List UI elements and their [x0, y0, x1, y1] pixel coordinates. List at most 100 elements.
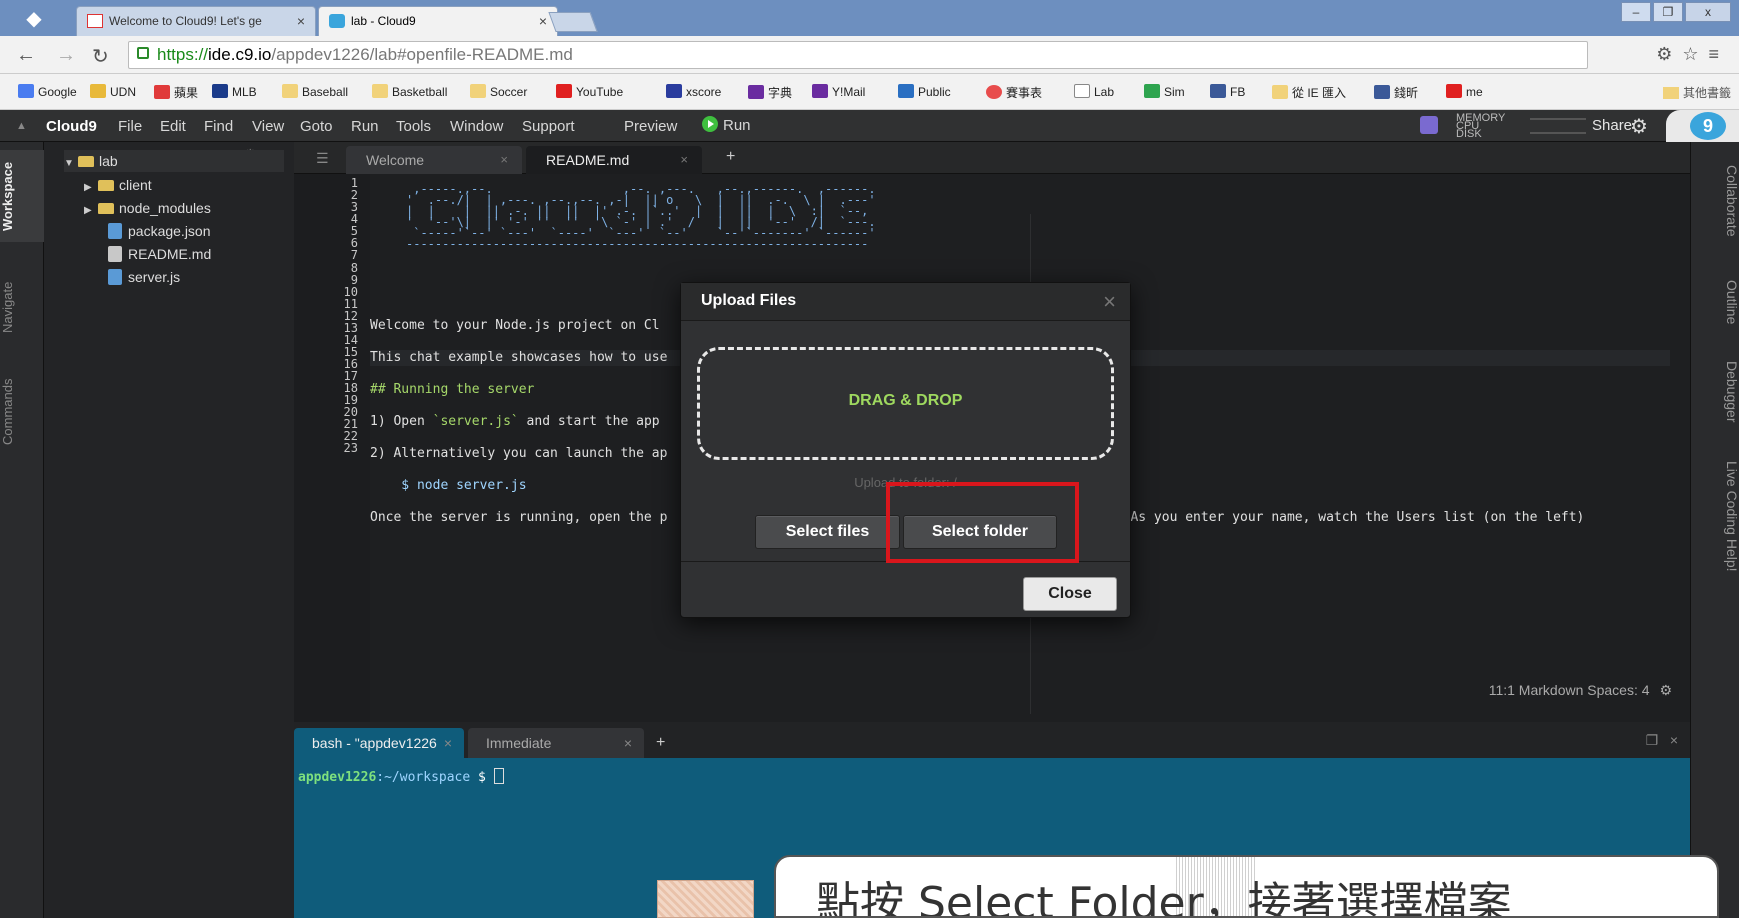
bookmark-item[interactable]: MLB — [212, 84, 257, 99]
menu-tools[interactable]: Tools — [396, 118, 431, 135]
url-text[interactable]: https://ide.c9.io/appdev1226/lab#openfil… — [157, 45, 573, 65]
tree-item[interactable]: server.js — [108, 266, 180, 288]
incognito-icon: ◆ — [26, 8, 42, 30]
cloud9-logo[interactable]: 9 — [1690, 112, 1726, 140]
chevron-right-icon: ▶ — [84, 205, 92, 216]
select-files-button[interactable]: Select files — [755, 515, 900, 549]
reload-icon[interactable]: ↻ — [92, 44, 109, 69]
chevron-right-icon: ▶ — [84, 182, 92, 193]
menu-window[interactable]: Window — [450, 118, 503, 135]
bookmark-item[interactable]: Basketball — [372, 84, 447, 99]
tab-menu-icon[interactable]: ☰ — [316, 150, 329, 167]
space-invader-icon[interactable] — [1420, 116, 1438, 134]
rail-workspace[interactable]: Workspace — [0, 150, 44, 242]
tree-item[interactable]: ▶ client — [84, 174, 152, 196]
rail-outline[interactable]: Outline — [1691, 270, 1739, 334]
bookmark-item[interactable]: xscore — [666, 84, 721, 99]
menu-find[interactable]: Find — [204, 118, 233, 135]
folder-icon — [372, 84, 388, 98]
browser-tab-cloud9[interactable]: lab - Cloud9 × — [318, 6, 558, 36]
browser-tab-gmail[interactable]: Welcome to Cloud9! Let's ge × — [76, 6, 316, 36]
menu-view[interactable]: View — [252, 118, 284, 135]
bookmark-item[interactable]: 錢昕 — [1374, 84, 1418, 101]
code-line: Once the server is running, open the p — [370, 510, 668, 525]
new-tab-button[interactable] — [548, 12, 598, 32]
bookmark-item[interactable]: Google — [18, 84, 77, 99]
restore-button[interactable]: ❐ — [1653, 2, 1683, 22]
minimize-button[interactable]: – — [1621, 2, 1651, 22]
address-bar[interactable]: https://ide.c9.io/appdev1226/lab#openfil… — [128, 41, 1588, 69]
menu-edit[interactable]: Edit — [160, 118, 186, 135]
tab-immediate[interactable]: Immediate × — [468, 728, 644, 758]
close-icon[interactable]: × — [624, 728, 632, 758]
maximize-icon[interactable]: ❐ × — [1646, 732, 1678, 749]
bookmark-item[interactable]: FB — [1210, 84, 1245, 99]
js-file-icon — [108, 223, 122, 239]
menu-support[interactable]: Support — [522, 118, 575, 135]
tree-item[interactable]: ▶ node_modules — [84, 197, 211, 219]
window-close-button[interactable]: x — [1685, 2, 1731, 22]
tab-bash[interactable]: bash - "appdev1226 × — [294, 728, 464, 758]
terminal-prompt[interactable]: appdev1226:~/workspace $ — [298, 768, 504, 785]
close-icon[interactable]: × — [444, 728, 452, 758]
bookmark-item[interactable]: 字典 — [748, 84, 792, 101]
bookmark-item[interactable]: Sim — [1144, 84, 1185, 99]
forward-icon[interactable]: → — [56, 44, 76, 67]
close-icon[interactable]: × — [680, 146, 688, 174]
mlb-icon — [212, 84, 228, 98]
line-gutter: 1 2 3 4 5 6 7 8 9 10 11 12 13 14 15 16 1… — [294, 174, 366, 722]
tree-item[interactable]: package.json — [108, 220, 211, 242]
bookmark-item[interactable]: UDN — [90, 84, 136, 99]
tree-root[interactable]: ▼ lab — [64, 150, 284, 172]
gear-icon[interactable]: ⚙ — [1630, 114, 1648, 139]
browser-toolbar: ← → ↻ https://ide.c9.io/appdev1226/lab#o… — [0, 36, 1739, 74]
tab-readme[interactable]: README.md × — [526, 146, 702, 174]
bookmark-item[interactable]: Y!Mail — [812, 84, 865, 99]
udn-icon — [90, 84, 106, 98]
new-tab-icon[interactable]: + — [726, 148, 735, 166]
menu-run[interactable]: Run — [351, 118, 379, 135]
menu-file[interactable]: File — [118, 118, 142, 135]
drop-label: DRAG & DROP — [848, 392, 963, 409]
menu-goto[interactable]: Goto — [300, 118, 333, 135]
rail-live-coding-help[interactable]: Live Coding Help! — [1691, 446, 1739, 586]
new-tab-icon[interactable]: + — [656, 734, 665, 752]
rail-collaborate[interactable]: Collaborate — [1691, 156, 1739, 246]
close-icon[interactable]: × — [539, 7, 547, 35]
browser-toolbar-icons[interactable]: ⚙☆≡ — [1656, 44, 1729, 65]
bookmark-item[interactable]: Baseball — [282, 84, 348, 99]
bookmark-item[interactable]: Soccer — [470, 84, 527, 99]
tree-item[interactable]: README.md — [108, 243, 211, 265]
play-icon — [702, 116, 718, 132]
rail-commands[interactable]: Commands — [0, 362, 44, 462]
bookmark-item[interactable]: Public — [898, 84, 951, 99]
close-icon[interactable]: × — [1103, 289, 1116, 315]
bookmark-item[interactable]: 蘋果 — [154, 84, 198, 101]
rail-debugger[interactable]: Debugger — [1691, 352, 1739, 432]
other-bookmarks[interactable]: 其他書籤 — [1662, 84, 1731, 101]
rail-navigate[interactable]: Navigate — [0, 264, 44, 350]
bookmark-item[interactable]: YouTube — [556, 84, 623, 99]
facebook-icon — [1374, 85, 1390, 99]
bookmark-item[interactable]: Lab — [1074, 84, 1114, 99]
share-button[interactable]: Share — [1592, 117, 1632, 134]
code-line: 1) Open `server.js` and start the app — [370, 414, 660, 429]
menu-brand[interactable]: Cloud9 — [46, 118, 97, 135]
tab-welcome[interactable]: Welcome × — [346, 146, 522, 174]
left-panel-rail: Workspace Navigate Commands — [0, 142, 44, 918]
close-button[interactable]: Close — [1023, 577, 1117, 611]
preview-button[interactable]: Preview — [624, 118, 677, 135]
bookmark-item[interactable]: me — [1446, 84, 1483, 99]
gear-icon[interactable]: ⚙ — [1659, 682, 1672, 698]
collapse-icon[interactable]: ▲ — [16, 120, 27, 132]
editor-statusbar[interactable]: 11:1 Markdown Spaces: 4 ⚙ — [1489, 682, 1672, 699]
lock-icon — [137, 47, 149, 59]
close-icon[interactable]: × — [297, 7, 305, 35]
bookmark-item[interactable]: 從 IE 匯入 — [1272, 84, 1346, 101]
drop-zone[interactable]: DRAG & DROP — [697, 347, 1114, 460]
close-icon[interactable]: × — [500, 146, 508, 174]
youtube-icon — [1446, 84, 1462, 98]
run-button[interactable]: Run — [702, 116, 751, 134]
back-icon[interactable]: ← — [16, 44, 36, 67]
bookmark-item[interactable]: 賽事表 — [986, 84, 1042, 101]
